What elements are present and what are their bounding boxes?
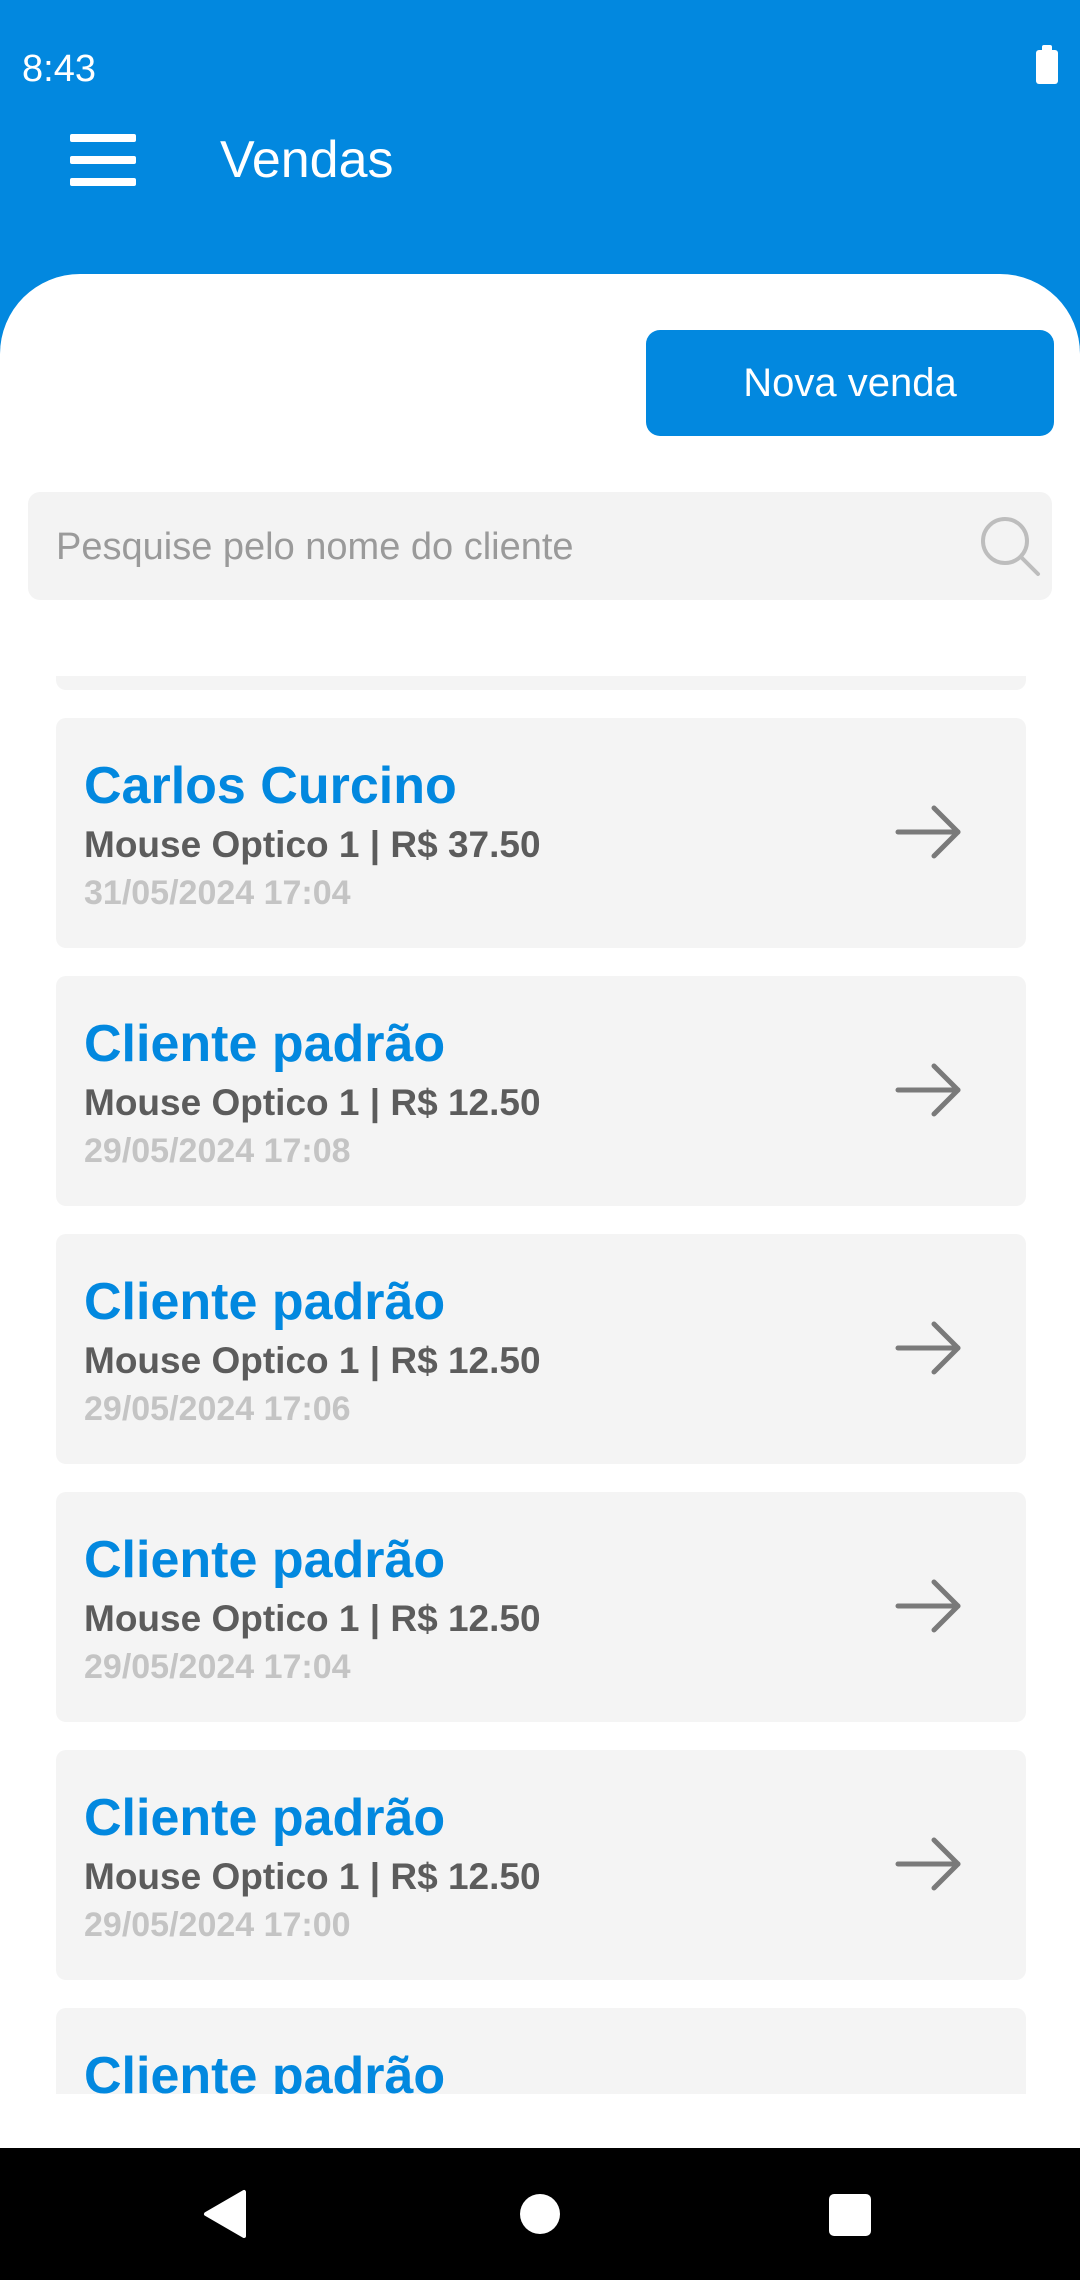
- sale-summary: Mouse Optico 1 | R$ 12.50: [84, 1082, 541, 1123]
- client-name: Cliente padrão: [84, 2047, 446, 2094]
- back-icon[interactable]: [200, 2188, 252, 2240]
- new-sale-button[interactable]: Nova venda: [646, 330, 1054, 436]
- arrow-right-icon[interactable]: [894, 802, 964, 862]
- search-box: [28, 492, 1052, 602]
- status-time: 8:43: [22, 48, 96, 90]
- sale-date: 29/05/2024 17:06: [84, 1390, 351, 1428]
- sale-summary: Mouse Optico 1 | R$ 12.50: [84, 1856, 541, 1897]
- main-content: Nova venda Carlos Curcino Mouse Optico 1…: [0, 274, 1080, 2148]
- home-icon[interactable]: [520, 2194, 560, 2234]
- sale-summary: Mouse Optico 1 | R$ 37.50: [84, 824, 541, 865]
- sale-summary: Mouse Optico 1 | R$ 12.50: [84, 1340, 541, 1381]
- sale-date: 31/05/2024 17:04: [84, 874, 351, 912]
- arrow-right-icon[interactable]: [894, 1060, 964, 1120]
- sales-list-item[interactable]: Cliente padrão Mouse Optico 1 | R$ 12.50…: [56, 1492, 1026, 1722]
- menu-icon[interactable]: [64, 130, 142, 190]
- sales-list[interactable]: Carlos Curcino Mouse Optico 1 | R$ 37.50…: [0, 676, 1080, 2094]
- recents-icon[interactable]: [829, 2194, 871, 2236]
- client-name: Cliente padrão: [84, 1789, 446, 1847]
- client-name: Carlos Curcino: [84, 757, 457, 815]
- client-name: Cliente padrão: [84, 1531, 446, 1589]
- sale-date: 29/05/2024 17:04: [84, 1648, 351, 1686]
- arrow-right-icon[interactable]: [894, 1318, 964, 1378]
- battery-full-icon: [1036, 45, 1058, 84]
- arrow-right-icon[interactable]: [894, 1576, 964, 1636]
- sales-list-item[interactable]: Cliente padrão Mouse Optico 1 | R$ 12.50…: [56, 1750, 1026, 1980]
- sale-date: 29/05/2024 17:00: [84, 1906, 351, 1944]
- client-name: Cliente padrão: [84, 1015, 446, 1073]
- client-name: Cliente padrão: [84, 1273, 446, 1331]
- sales-list-item-partial-top[interactable]: [56, 676, 1026, 690]
- system-nav-bar: [0, 2148, 1080, 2280]
- sale-summary: Mouse Optico 1 | R$ 12.50: [84, 1598, 541, 1639]
- sales-list-item[interactable]: Carlos Curcino Mouse Optico 1 | R$ 37.50…: [56, 718, 1026, 948]
- sales-list-item[interactable]: Cliente padrão Mouse Optico 1 | R$ 12.50…: [56, 976, 1026, 1206]
- search-input[interactable]: [54, 492, 958, 602]
- arrow-right-icon[interactable]: [894, 1834, 964, 1894]
- sales-list-item[interactable]: Cliente padrão Mouse Optico 1 | R$ 12.50…: [56, 1234, 1026, 1464]
- sales-list-item[interactable]: Cliente padrão: [56, 2008, 1026, 2094]
- sale-date: 29/05/2024 17:08: [84, 1132, 351, 1170]
- page-title: Vendas: [220, 131, 394, 189]
- app-bar: Vendas: [0, 100, 1080, 220]
- search-icon[interactable]: [978, 514, 1042, 578]
